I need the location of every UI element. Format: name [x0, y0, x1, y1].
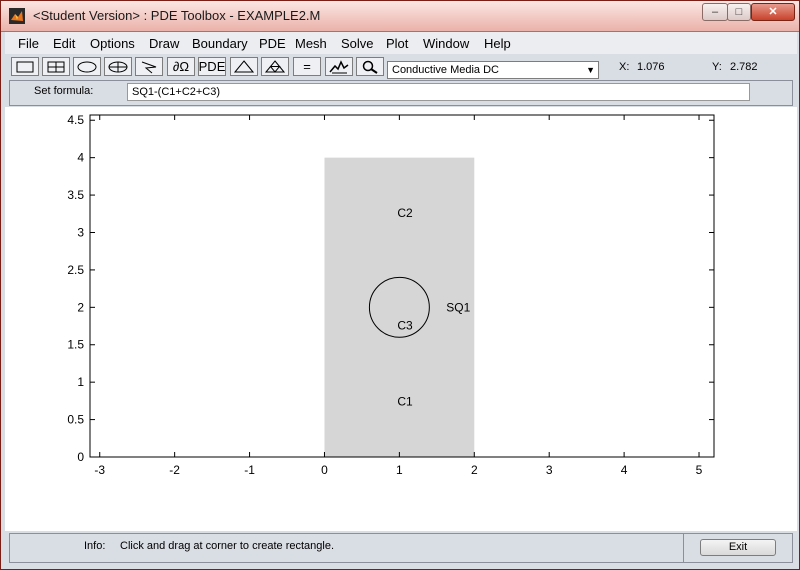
plot-area[interactable]: SQ1 C1 C2 C3 -3 -2 -1 0 1 2 3 4 5 0 0.5 1 1.5 2 2.5 3 3.5 4 4.… — [5, 107, 797, 531]
ellipse-icon — [77, 61, 97, 72]
y-tick-label: 0.5 — [67, 413, 84, 427]
info-label: Info: — [84, 540, 106, 552]
menu-window[interactable]: Window — [423, 36, 469, 51]
x-tick-label: -1 — [244, 463, 255, 477]
y-tick-label: 3 — [77, 225, 84, 239]
rectangle-tool-button[interactable] — [11, 57, 39, 76]
x-tick-label: 0 — [321, 463, 328, 477]
magnifier-icon — [362, 60, 378, 74]
menu-bar: File Edit Options Draw Boundary PDE Mesh… — [5, 32, 797, 54]
ellipse-tool-button[interactable] — [73, 57, 101, 76]
refined-mesh-icon — [265, 60, 285, 73]
x-tick-label: -2 — [169, 463, 180, 477]
title-bar[interactable]: <Student Version> : PDE Toolbox - EXAMPL… — [1, 1, 799, 32]
x-tick-label: 4 — [621, 463, 628, 477]
maximize-button[interactable]: □ — [727, 3, 751, 21]
formula-bar: Set formula: SQ1-(C1+C2+C3) — [9, 80, 793, 106]
menu-edit[interactable]: Edit — [53, 36, 75, 51]
set-formula-input[interactable]: SQ1-(C1+C2+C3) — [127, 83, 750, 101]
refine-mesh-button[interactable] — [261, 57, 289, 76]
x-coordinate-value: 1.076 — [637, 61, 665, 73]
y-coordinate-value: 2.782 — [730, 61, 758, 73]
polygon-icon — [141, 61, 157, 73]
x-tick-label: 3 — [546, 463, 553, 477]
status-divider — [683, 534, 684, 562]
application-mode-value: Conductive Media DC — [392, 64, 499, 76]
shape-label-c2: C2 — [397, 206, 413, 220]
menu-boundary[interactable]: Boundary — [192, 36, 248, 51]
chevron-down-icon: ▼ — [586, 65, 595, 75]
plot-solution-button[interactable] — [325, 57, 353, 76]
y-coordinate-label: Y: — [712, 61, 722, 73]
menu-options[interactable]: Options — [90, 36, 135, 51]
y-tick-label: 1.5 — [67, 338, 84, 352]
rectangle-icon — [16, 61, 34, 72]
centered-rectangle-icon — [47, 61, 65, 72]
window-title: <Student Version> : PDE Toolbox - EXAMPL… — [33, 8, 321, 23]
surface-plot-icon — [329, 59, 349, 73]
y-tick-label: 1 — [77, 375, 84, 389]
shape-label-c1: C1 — [397, 395, 413, 409]
minimize-button[interactable]: – — [702, 3, 728, 21]
polygon-tool-button[interactable] — [135, 57, 163, 76]
menu-draw[interactable]: Draw — [149, 36, 179, 51]
y-tick-label: 4.5 — [67, 113, 84, 127]
shape-label-sq1: SQ1 — [446, 300, 470, 314]
boundary-mode-button[interactable]: ∂Ω — [167, 57, 195, 76]
init-mesh-button[interactable] — [230, 57, 258, 76]
menu-solve[interactable]: Solve — [341, 36, 374, 51]
matlab-logo-icon — [9, 8, 25, 24]
x-tick-label: 1 — [396, 463, 403, 477]
zoom-button[interactable] — [356, 57, 384, 76]
menu-help[interactable]: Help — [484, 36, 511, 51]
x-tick-label: -3 — [94, 463, 105, 477]
exit-button[interactable]: Exit — [700, 539, 776, 556]
menu-plot[interactable]: Plot — [386, 36, 408, 51]
y-tick-label: 2.5 — [67, 263, 84, 277]
close-button[interactable]: ✕ — [751, 3, 795, 21]
y-tick-label: 4 — [77, 151, 84, 165]
menu-pde[interactable]: PDE — [259, 36, 286, 51]
y-tick-label: 3.5 — [67, 188, 84, 202]
x-coordinate-label: X: — [619, 61, 630, 73]
pde-specification-button[interactable]: PDE — [198, 57, 226, 76]
y-tick-label: 2 — [77, 300, 84, 314]
geometry-axes[interactable]: SQ1 C1 C2 C3 -3 -2 -1 0 1 2 3 4 5 0 0.5 1 1.5 2 2.5 3 3.5 4 4.… — [5, 107, 797, 531]
y-tick-label: 0 — [77, 450, 84, 464]
centered-rectangle-tool-button[interactable] — [42, 57, 70, 76]
x-tick-label: 5 — [696, 463, 703, 477]
centered-ellipse-tool-button[interactable] — [104, 57, 132, 76]
menu-mesh[interactable]: Mesh — [295, 36, 327, 51]
shape-label-c3: C3 — [397, 318, 413, 332]
triangle-mesh-icon — [234, 60, 254, 73]
status-bar: Info: Click and drag at corner to create… — [9, 533, 793, 563]
pde-toolbox-window: <Student Version> : PDE Toolbox - EXAMPL… — [0, 0, 800, 570]
application-mode-select[interactable]: Conductive Media DC ▼ — [387, 61, 599, 79]
menu-file[interactable]: File — [18, 36, 39, 51]
x-tick-label: 2 — [471, 463, 478, 477]
centered-ellipse-icon — [108, 61, 128, 72]
solve-pde-button[interactable]: = — [293, 57, 321, 76]
info-text: Click and drag at corner to create recta… — [120, 540, 335, 552]
formula-label: Set formula: — [34, 85, 94, 97]
